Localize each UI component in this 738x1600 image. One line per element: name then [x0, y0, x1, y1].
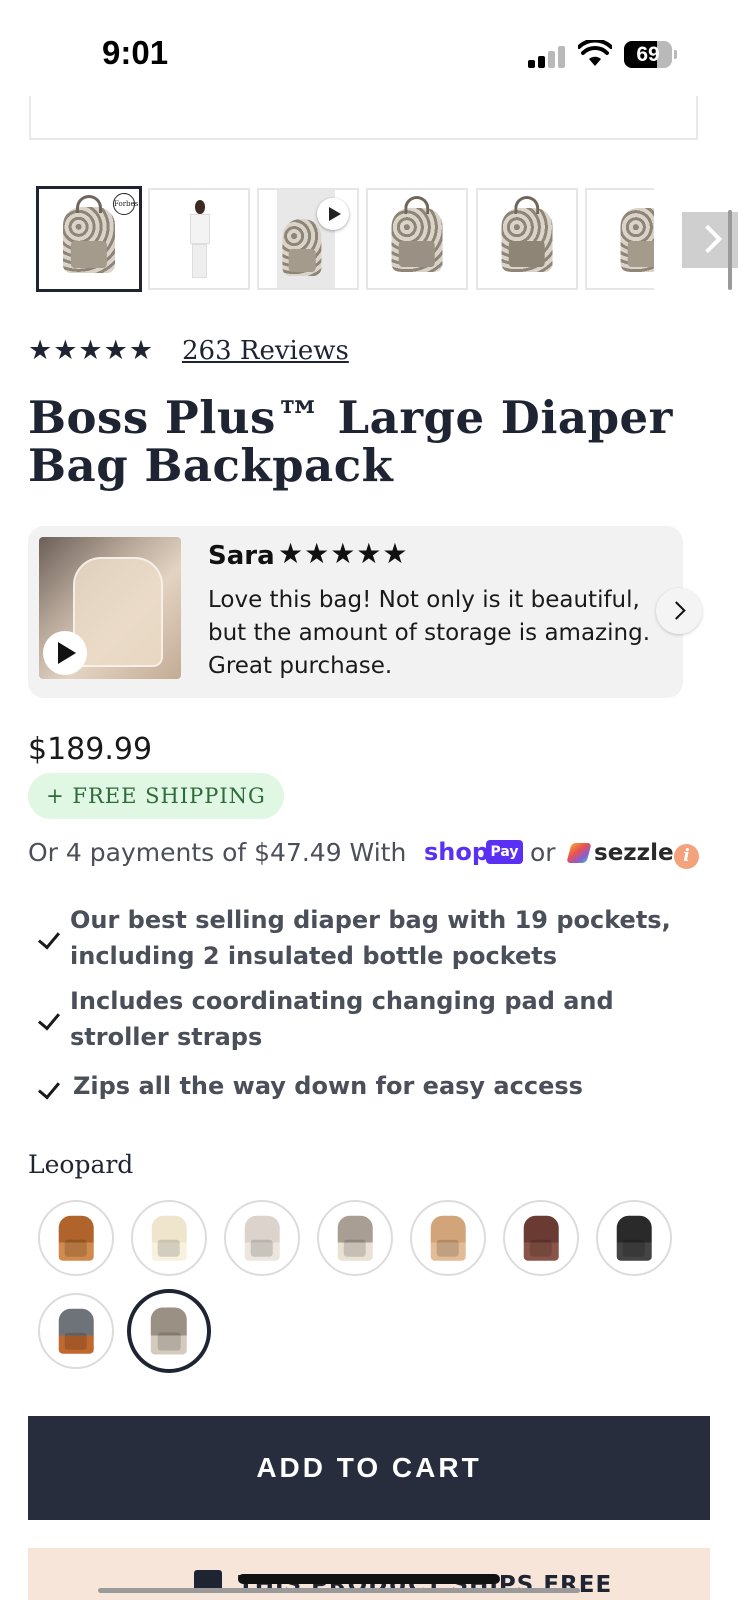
play-icon — [317, 198, 349, 230]
review-video-thumbnail[interactable] — [39, 537, 181, 679]
review-card[interactable]: Sara ★★★★★ Love this bag! Not only is it… — [28, 526, 683, 698]
product-title: Boss Plus™ Large Diaper Bag Backpack — [28, 391, 673, 492]
add-to-cart-button[interactable]: ADD TO CART — [28, 1416, 710, 1520]
check-icon — [36, 1007, 60, 1031]
gallery-thumb-5[interactable] — [476, 188, 578, 290]
gallery-thumb-6[interactable] — [585, 188, 654, 290]
shop-pay-badge: Pay — [486, 840, 523, 864]
product-price: $189.99 — [28, 732, 153, 767]
color-swatch[interactable] — [38, 1293, 114, 1369]
rating-stars: ★★★★★ — [28, 335, 155, 366]
review-stars: ★★★★★ — [278, 537, 409, 570]
shop-pay-logo: shop — [424, 838, 490, 866]
sezzle-logo: sezzle — [594, 840, 674, 866]
sezzle-icon — [566, 843, 592, 863]
free-shipping-badge: + FREE SHIPPING — [28, 773, 284, 819]
chevron-right-icon[interactable] — [656, 588, 702, 634]
color-swatch[interactable] — [503, 1200, 579, 1276]
gallery-thumb-2[interactable] — [148, 188, 250, 290]
gallery-thumb-1[interactable]: Forbes — [36, 186, 142, 292]
color-swatch[interactable] — [224, 1200, 300, 1276]
gallery-thumb-video[interactable] — [257, 188, 359, 290]
check-icon — [36, 926, 60, 950]
signal-icon — [528, 46, 568, 68]
review-text: Love this bag! Not only is it beautiful,… — [208, 587, 651, 679]
option-box[interactable] — [29, 96, 698, 140]
info-icon[interactable]: i — [674, 844, 699, 869]
color-swatch[interactable] — [127, 1289, 211, 1373]
check-icon — [36, 1076, 60, 1100]
status-bar: 9:01 69 — [0, 0, 738, 100]
scroll-indicator — [728, 210, 732, 290]
battery-level: 69 — [636, 43, 660, 66]
color-swatch[interactable] — [131, 1200, 207, 1276]
battery-icon: 69 — [624, 41, 677, 68]
play-icon[interactable] — [43, 631, 87, 675]
reviewer-name: Sara — [208, 541, 275, 571]
installments-text: Or 4 payments of $47.49 With — [28, 838, 407, 867]
wifi-icon — [578, 40, 612, 66]
forbes-badge: Forbes — [113, 193, 138, 215]
color-swatch[interactable] — [38, 1200, 114, 1276]
product-gallery: Forbes — [36, 186, 654, 294]
reviews-link[interactable]: 263 Reviews — [182, 334, 349, 368]
horizontal-scroll-indicator — [98, 1588, 580, 1593]
color-swatch[interactable] — [596, 1200, 672, 1276]
status-time: 9:01 — [102, 34, 169, 71]
home-indicator — [238, 1574, 500, 1584]
or-text: or — [530, 838, 556, 867]
selected-color-label: Leopard — [28, 1150, 134, 1179]
color-swatch[interactable] — [317, 1200, 393, 1276]
color-swatch[interactable] — [410, 1200, 486, 1276]
gallery-thumb-4[interactable] — [366, 188, 468, 290]
